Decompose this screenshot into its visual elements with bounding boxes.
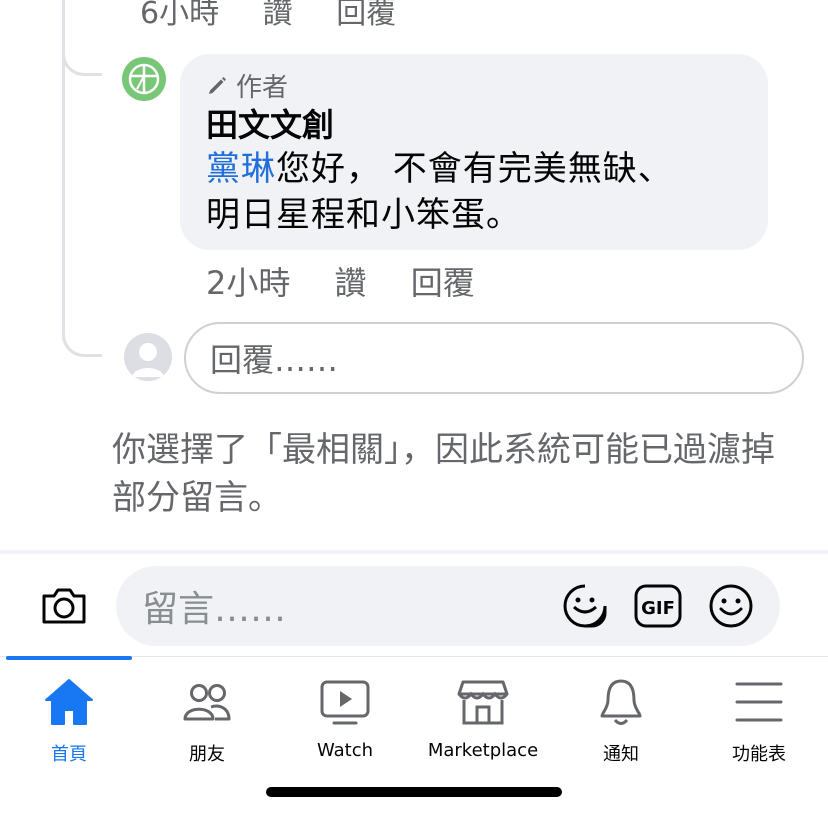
commenter-name[interactable]: 田文文創 — [206, 104, 742, 146]
marketplace-icon — [457, 680, 509, 725]
thread-connector — [62, 30, 102, 76]
comment-time: 2小時 — [206, 264, 291, 302]
tab-watch[interactable]: Watch — [276, 676, 414, 766]
home-indicator — [266, 787, 562, 797]
reply-input[interactable]: 回覆…… — [184, 322, 804, 394]
tab-label: Watch — [316, 740, 374, 761]
author-badge: 作者 — [206, 68, 742, 103]
author-badge-label: 作者 — [236, 72, 289, 103]
tab-label: 首頁 — [51, 744, 87, 765]
tab-label: 通知 — [603, 744, 639, 765]
comment-bubble: 作者 田文文創 黨琳您好， 不會有完美無缺、 明日星程和小笨蛋。 — [180, 54, 768, 250]
comment-text: 黨琳您好， 不會有完美無缺、 明日星程和小笨蛋。 — [206, 146, 742, 238]
comment-text-line1: 您好， 不會有完美無缺、 — [276, 149, 673, 189]
pencil-icon — [209, 77, 226, 94]
reply-link[interactable]: 回覆 — [411, 264, 475, 302]
tab-label: 朋友 — [189, 744, 225, 765]
camera-icon[interactable] — [38, 580, 90, 632]
tab-friends[interactable]: 朋友 — [138, 676, 276, 766]
like-link[interactable]: 讚 — [263, 0, 293, 31]
like-link[interactable]: 讚 — [335, 264, 367, 302]
bell-icon — [600, 679, 642, 725]
menu-icon — [735, 682, 783, 722]
user-avatar — [124, 333, 172, 381]
comment-input-placeholder: 留言…… — [142, 589, 287, 630]
gif-label: GIF — [641, 598, 675, 619]
home-icon — [45, 679, 93, 725]
mention-link[interactable]: 黨琳 — [206, 149, 276, 189]
author-avatar[interactable] — [122, 57, 166, 101]
reply-time: 6小時 — [140, 0, 220, 31]
previous-reply-actions: 6小時 讚 回覆 — [140, 0, 430, 32]
active-tab-indicator — [6, 656, 132, 660]
tab-notifications[interactable]: 通知 — [552, 676, 690, 766]
tab-marketplace[interactable]: Marketplace — [414, 676, 552, 766]
tab-label: Marketplace — [427, 740, 539, 761]
gif-icon[interactable]: GIF — [634, 583, 682, 629]
friends-icon — [183, 684, 231, 721]
comment-text-line2: 明日星程和小笨蛋。 — [206, 195, 521, 235]
tab-label: 功能表 — [732, 744, 786, 765]
thread-connector — [62, 305, 102, 357]
tab-menu[interactable]: 功能表 — [690, 676, 828, 766]
emoji-icon[interactable] — [708, 583, 754, 629]
filter-notice: 你選擇了「最相關」，因此系統可能已過濾掉部分留言。 — [112, 430, 775, 518]
comment-actions: 2小時 讚 回覆 — [206, 258, 509, 304]
comment-input[interactable]: 留言…… GIF — [116, 566, 780, 646]
watch-icon — [320, 680, 370, 725]
reply-input-placeholder: 回覆…… — [210, 341, 339, 379]
divider — [0, 550, 828, 554]
sticker-icon[interactable] — [562, 583, 608, 629]
reply-link[interactable]: 回覆 — [336, 0, 396, 31]
tab-home[interactable]: 首頁 — [0, 676, 138, 766]
